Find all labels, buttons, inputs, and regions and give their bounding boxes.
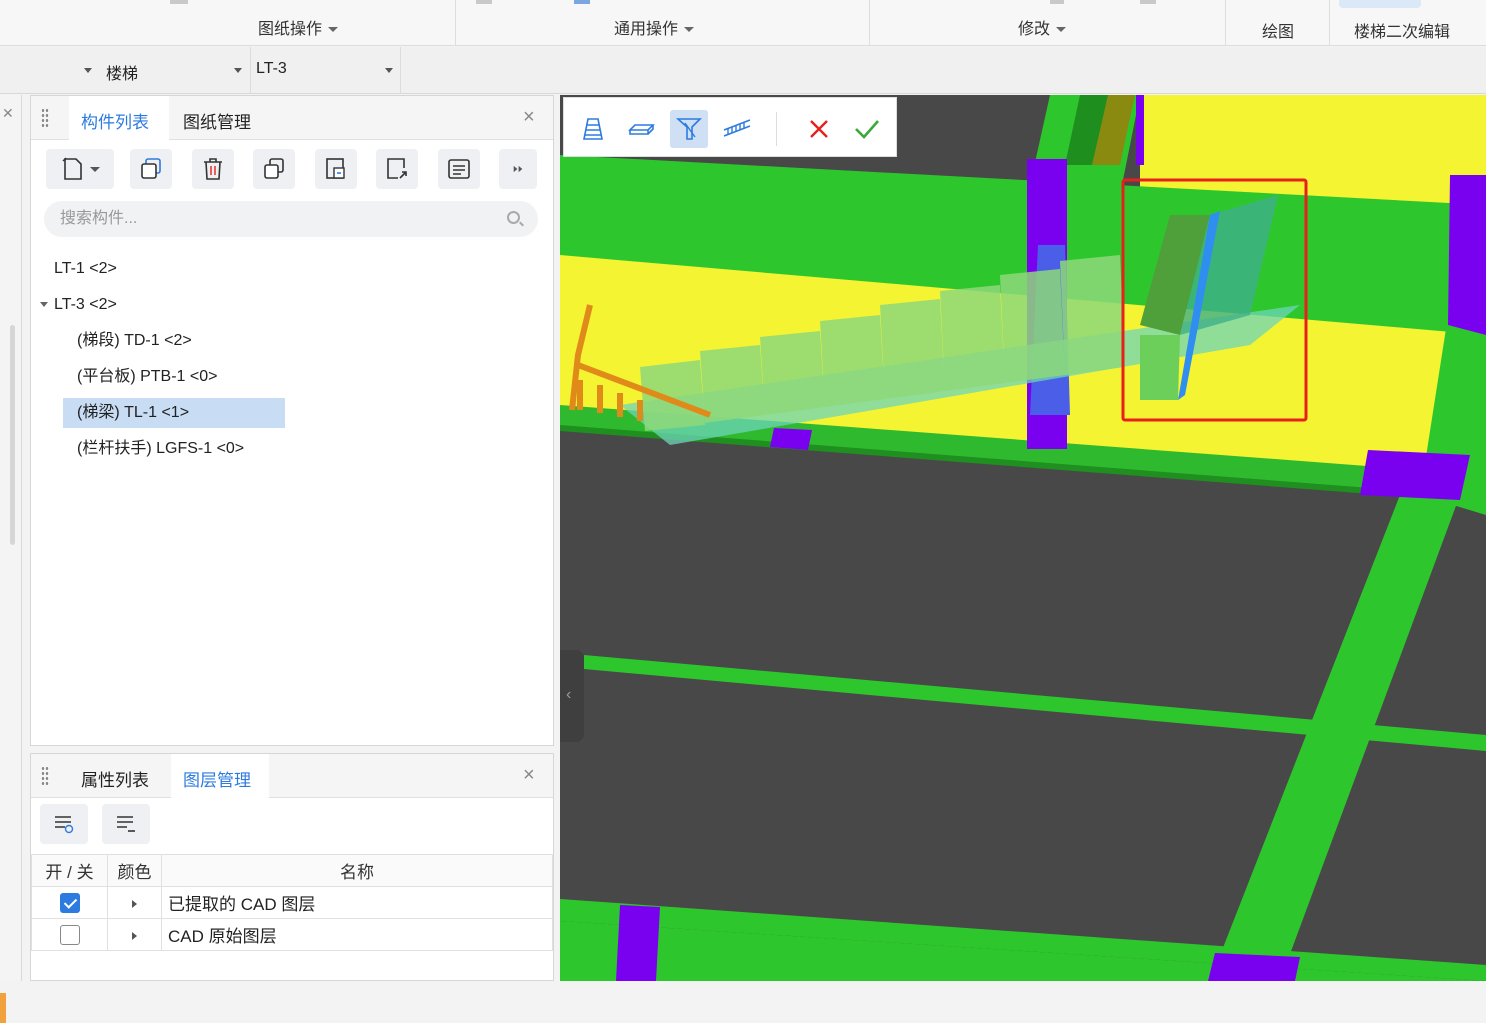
tab-property-list[interactable]: 属性列表 <box>81 766 149 791</box>
platform-icon <box>628 124 655 135</box>
left-dock-strip: ✕ <box>0 95 22 1023</box>
tab-drawing-management[interactable]: 图纸管理 <box>183 108 251 133</box>
list-icon <box>448 159 470 179</box>
tab-layer-management[interactable]: 图层管理 <box>183 766 251 791</box>
layer-name: CAD 原始图层 <box>161 918 553 951</box>
copy-icon <box>141 158 161 179</box>
tree-item-tl1[interactable]: (梯梁) TL-1 <1> <box>63 398 285 428</box>
tree-item-lgfs1[interactable]: (栏杆扶手) LGFS-1 <0> <box>77 434 244 464</box>
tree-item-ptb1[interactable]: (平台板) PTB-1 <0> <box>77 362 217 392</box>
new-component-button[interactable] <box>46 149 114 189</box>
layer-toggle-checkbox[interactable] <box>59 892 80 913</box>
hide-layer-button[interactable] <box>102 804 150 844</box>
tree-item-td1[interactable]: (梯段) TD-1 <2> <box>77 326 192 356</box>
3d-scene[interactable] <box>560 95 1486 981</box>
layer-management-panel: 属性列表 图层管理 × 开 / 关 颜色 名称 已提取的 CAD 图层 CAD … <box>30 753 554 981</box>
import-button[interactable] <box>315 149 357 189</box>
tree-item-lt1[interactable]: LT-1 <2> <box>54 254 117 284</box>
stair-beam-icon <box>675 118 702 140</box>
chevron-down-icon <box>385 68 393 73</box>
chevron-down-icon <box>234 68 242 73</box>
cancel-button[interactable] <box>800 110 838 148</box>
chevron-down-icon <box>684 27 695 33</box>
column-header-color[interactable]: 颜色 <box>107 854 162 887</box>
component-selector-bar: 楼梯 LT-3 <box>0 47 1486 94</box>
railing-icon <box>723 119 751 137</box>
scrollbar[interactable] <box>10 325 15 545</box>
component-search[interactable] <box>44 201 538 237</box>
layer-toggle-checkbox[interactable] <box>59 924 80 945</box>
cancel-icon <box>810 120 828 138</box>
more-icon <box>513 165 523 173</box>
expand-arrow-icon[interactable] <box>132 931 137 940</box>
close-icon[interactable]: ✕ <box>2 105 14 122</box>
tree-item-lt3[interactable]: LT-3 <2> <box>54 290 117 320</box>
layer-show-icon <box>55 816 74 834</box>
category-select-value: 楼梯 <box>106 66 139 83</box>
table-row[interactable]: 已提取的 CAD 图层 <box>31 886 553 919</box>
drawing-ops-menu[interactable]: 图纸操作 <box>258 15 339 39</box>
more-tools-button[interactable] <box>499 149 537 189</box>
copy-button[interactable] <box>130 149 172 189</box>
column-header-name[interactable]: 名称 <box>161 854 553 887</box>
chevron-down-icon <box>84 68 92 73</box>
import-icon <box>326 158 345 179</box>
3d-viewport[interactable]: ‹ <box>560 95 1486 981</box>
ribbon-group-draw: 绘图 <box>1226 0 1330 46</box>
component-select-value: LT-3 <box>256 60 287 77</box>
drag-handle-icon[interactable] <box>41 108 49 128</box>
component-list-panel: 构件列表 图纸管理 × LT-1 <2> LT-3 <2> (梯段) TD-1 … <box>30 95 554 746</box>
layer-name: 已提取的 CAD 图层 <box>161 886 553 919</box>
ribbon: 图纸操作 通用操作 修改 绘图 楼梯二次编辑 <box>0 0 1486 46</box>
railing-button[interactable] <box>718 110 756 148</box>
tab-component-list[interactable]: 构件列表 <box>81 108 149 133</box>
delete-button[interactable] <box>192 149 234 189</box>
chevron-left-icon: ‹ <box>566 686 572 703</box>
modify-menu[interactable]: 修改 <box>1018 15 1067 39</box>
list-view-button[interactable] <box>438 149 480 189</box>
show-layer-button[interactable] <box>40 804 88 844</box>
layer-table: 开 / 关 颜色 名称 已提取的 CAD 图层 CAD 原始图层 <box>31 854 553 951</box>
category-select[interactable]: 楼梯 <box>84 57 246 85</box>
stair-edit-floating-toolbar <box>563 97 897 157</box>
panel-header: 构件列表 图纸管理 × <box>31 96 553 140</box>
search-input[interactable] <box>60 201 480 237</box>
layer-hide-icon <box>117 816 135 832</box>
confirm-button[interactable] <box>848 110 886 148</box>
table-row[interactable]: CAD 原始图层 <box>31 918 553 951</box>
panel-header: 属性列表 图层管理 × <box>31 754 553 798</box>
column-header-toggle[interactable]: 开 / 关 <box>31 854 108 887</box>
new-icon <box>62 157 82 180</box>
stair-run-icon <box>583 118 603 140</box>
copy-to-layer-button[interactable] <box>253 149 295 189</box>
export-button[interactable] <box>376 149 418 189</box>
component-select[interactable]: LT-3 <box>256 57 396 85</box>
drag-handle-icon[interactable] <box>41 766 49 786</box>
confirm-icon <box>855 120 879 139</box>
expand-arrow-icon[interactable] <box>40 302 48 307</box>
delete-icon <box>204 158 222 180</box>
platform-button[interactable] <box>622 110 660 148</box>
ribbon-group-stair-edit: 楼梯二次编辑 <box>1330 0 1486 46</box>
expand-arrow-icon[interactable] <box>132 899 137 908</box>
orange-marker <box>0 993 6 1023</box>
close-icon[interactable]: × <box>523 764 535 787</box>
ribbon-group-modify: 修改 <box>870 0 1226 46</box>
stair-run-button[interactable] <box>574 110 612 148</box>
panel-collapse-handle[interactable]: ‹ <box>560 650 584 742</box>
stair-beam-button[interactable] <box>670 110 708 148</box>
general-ops-menu[interactable]: 通用操作 <box>614 15 695 39</box>
stair-edit-group-label[interactable]: 楼梯二次编辑 <box>1354 18 1450 42</box>
ribbon-group-general-ops: 通用操作 <box>456 0 870 46</box>
chevron-down-icon <box>328 27 339 33</box>
ribbon-group-drawing-ops: 图纸操作 <box>0 0 456 46</box>
chevron-down-icon <box>90 166 100 172</box>
export-icon <box>387 158 407 179</box>
close-icon[interactable]: × <box>523 106 535 129</box>
layer-copy-icon <box>264 158 284 179</box>
table-header-row: 开 / 关 颜色 名称 <box>31 854 553 887</box>
search-icon[interactable] <box>507 211 520 224</box>
draw-group-label[interactable]: 绘图 <box>1262 18 1294 42</box>
chevron-down-icon <box>1056 27 1067 33</box>
